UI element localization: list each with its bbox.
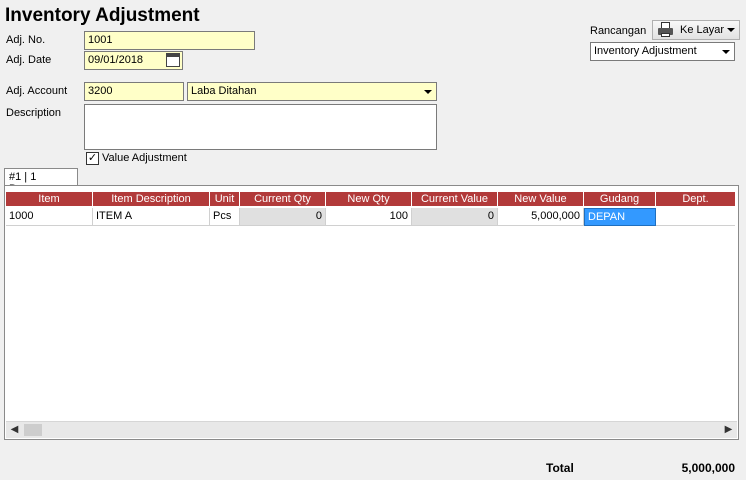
print-template-select[interactable]: Inventory Adjustment: [590, 42, 735, 61]
description-textarea[interactable]: [84, 104, 437, 150]
adj-date-label: Adj. Date: [6, 54, 52, 66]
print-destination-label: Ke Layar: [680, 24, 725, 36]
items-grid: Item Item Description Unit Current Qty N…: [4, 185, 739, 440]
scroll-left-icon[interactable]: ◀: [6, 422, 23, 438]
page-title: Inventory Adjustment: [5, 5, 200, 26]
tab-items[interactable]: #1 | 1 Barang: [4, 168, 78, 195]
adj-no-field[interactable]: 1001: [84, 31, 255, 50]
column-header-dept[interactable]: Dept.: [656, 192, 735, 207]
printer-icon: [657, 22, 675, 38]
column-header-new-value[interactable]: New Value: [498, 192, 584, 207]
horizontal-scrollbar[interactable]: ◀ ▶: [6, 421, 737, 438]
adj-date-value: 09/01/2018: [88, 54, 144, 66]
value-adjustment-checkbox[interactable]: ✓: [86, 152, 99, 165]
calendar-icon[interactable]: [166, 53, 180, 67]
column-header-current-qty[interactable]: Current Qty: [240, 192, 326, 207]
cell-gudang[interactable]: DEPAN: [584, 208, 656, 226]
column-header-item[interactable]: Item: [6, 192, 93, 207]
checkmark-icon: ✓: [87, 152, 98, 164]
value-adjustment-label: Value Adjustment: [102, 152, 187, 164]
rancangan-label: Rancangan: [590, 25, 647, 37]
cell-current-qty[interactable]: 0: [240, 208, 326, 226]
cell-new-value[interactable]: 5,000,000: [498, 208, 584, 226]
cell-dept[interactable]: [656, 208, 735, 226]
adj-account-name-value: Laba Ditahan: [191, 85, 257, 97]
column-header-new-qty[interactable]: New Qty: [326, 192, 412, 207]
adj-account-code-field[interactable]: 3200: [84, 82, 184, 101]
print-template-value: Inventory Adjustment: [594, 45, 697, 57]
column-header-unit[interactable]: Unit: [210, 192, 240, 207]
print-destination-button[interactable]: Ke Layar: [652, 20, 740, 40]
cell-new-qty[interactable]: 100: [326, 208, 412, 226]
chevron-down-icon[interactable]: [420, 83, 436, 100]
cell-item-description[interactable]: ITEM A: [93, 208, 210, 226]
column-header-gudang[interactable]: Gudang: [584, 192, 656, 207]
description-label: Description: [6, 107, 62, 119]
table-row[interactable]: 1000 ITEM A Pcs 0 100 0 5,000,000 DEPAN: [6, 208, 735, 226]
adj-account-label: Adj. Account: [6, 85, 68, 97]
column-header-current-value[interactable]: Current Value: [412, 192, 498, 207]
cell-current-value[interactable]: 0: [412, 208, 498, 226]
adj-no-label: Adj. No.: [6, 34, 46, 46]
total-value: 5,000,000: [681, 461, 735, 475]
adj-date-field[interactable]: 09/01/2018: [84, 51, 183, 70]
column-header-item-description[interactable]: Item Description: [93, 192, 210, 207]
chevron-down-icon[interactable]: [727, 28, 735, 32]
cell-item[interactable]: 1000: [6, 208, 93, 226]
cell-unit[interactable]: Pcs: [210, 208, 240, 226]
total-label: Total: [546, 461, 574, 475]
scroll-right-icon[interactable]: ▶: [720, 422, 737, 438]
grid-header-row: Item Item Description Unit Current Qty N…: [6, 192, 735, 207]
scroll-thumb[interactable]: [24, 424, 42, 436]
chevron-down-icon[interactable]: [718, 43, 734, 60]
adj-account-name-select[interactable]: Laba Ditahan: [187, 82, 437, 101]
